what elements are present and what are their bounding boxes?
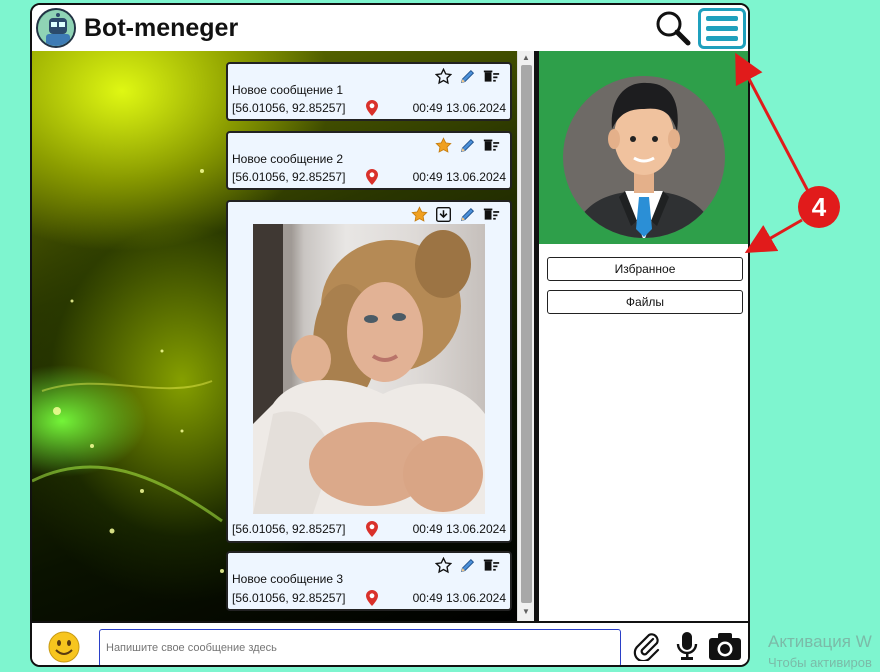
camera-icon <box>709 633 741 660</box>
star-icon[interactable] <box>435 68 452 85</box>
download-icon[interactable] <box>435 206 452 223</box>
profile-avatar-area <box>539 51 748 244</box>
hamburger-menu-line <box>706 26 738 31</box>
message-card[interactable]: Новое сообщение 3 [56.01056, 92.85257] 0… <box>226 551 512 611</box>
composer-bar <box>32 621 748 665</box>
files-button[interactable]: Файлы <box>547 290 743 314</box>
portrait-photo-image <box>253 224 485 514</box>
edit-pencil-icon[interactable] <box>459 206 476 223</box>
scroll-thumb[interactable] <box>521 65 532 603</box>
chat-scrollbar[interactable]: ▲ ▼ <box>517 51 534 621</box>
emoji-button[interactable] <box>48 631 80 663</box>
edit-pencil-icon[interactable] <box>459 137 476 154</box>
message-time: 00:49 13.06.2024 <box>412 591 506 605</box>
search-button[interactable] <box>654 9 692 47</box>
message-time: 00:49 13.06.2024 <box>412 170 506 184</box>
delete-icon[interactable] <box>483 557 500 574</box>
edit-pencil-icon[interactable] <box>459 557 476 574</box>
app-window: Bot-meneger Новое сообщение 1 [56.01056,… <box>30 3 750 667</box>
favorites-button[interactable]: Избранное <box>547 257 743 281</box>
chat-area: Новое сообщение 1 [56.01056, 92.85257] 0… <box>32 51 534 621</box>
hamburger-menu-line <box>706 36 738 41</box>
message-input[interactable] <box>99 629 621 665</box>
delete-icon[interactable] <box>483 137 500 154</box>
scroll-down-arrow-icon[interactable]: ▼ <box>522 607 530 617</box>
message-time: 00:49 13.06.2024 <box>412 101 506 115</box>
delete-icon[interactable] <box>483 206 500 223</box>
message-time: 00:49 13.06.2024 <box>412 522 506 536</box>
message-actions <box>435 557 500 574</box>
annotation-badge: 4 <box>798 186 840 228</box>
edit-pencil-icon[interactable] <box>459 68 476 85</box>
camera-button[interactable] <box>708 631 742 665</box>
windows-activation-watermark-subtext: Чтобы активиров <box>768 655 872 670</box>
location-pin-icon[interactable] <box>366 521 378 537</box>
location-pin-icon[interactable] <box>366 100 378 116</box>
message-coordinates: [56.01056, 92.85257] <box>232 591 346 605</box>
hamburger-menu-icon <box>706 16 738 21</box>
menu-button[interactable] <box>698 8 746 49</box>
star-filled-icon[interactable] <box>411 206 428 223</box>
message-text: Новое сообщение 2 <box>232 152 344 166</box>
app-title: Bot-meneger <box>84 14 239 42</box>
profile-pane: Избранное Файлы <box>539 51 748 621</box>
location-pin-icon[interactable] <box>366 590 378 606</box>
message-card[interactable]: Новое сообщение 2 [56.01056, 92.85257] 0… <box>226 131 512 190</box>
message-actions <box>411 206 500 223</box>
message-card[interactable]: Новое сообщение 1 [56.01056, 92.85257] 0… <box>226 62 512 121</box>
message-actions <box>435 137 500 154</box>
message-coordinates: [56.01056, 92.85257] <box>232 101 346 115</box>
attach-button[interactable] <box>631 631 661 665</box>
paperclip-icon <box>633 633 660 663</box>
star-filled-icon[interactable] <box>435 137 452 154</box>
message-actions <box>435 68 500 85</box>
bot-logo-icon <box>36 8 76 48</box>
message-text: Новое сообщение 1 <box>232 83 344 97</box>
star-icon[interactable] <box>435 557 452 574</box>
microphone-icon <box>676 632 698 660</box>
message-photo[interactable] <box>253 224 485 514</box>
header: Bot-meneger <box>32 5 748 51</box>
photo-message-card[interactable]: [56.01056, 92.85257] 00:49 13.06.2024 <box>226 200 512 543</box>
message-coordinates: [56.01056, 92.85257] <box>232 170 346 184</box>
windows-activation-watermark: Активация W <box>768 632 872 651</box>
search-icon <box>656 11 691 46</box>
location-pin-icon[interactable] <box>366 169 378 185</box>
voice-button[interactable] <box>676 631 698 665</box>
delete-icon[interactable] <box>483 68 500 85</box>
scroll-up-arrow-icon[interactable]: ▲ <box>522 53 530 63</box>
message-coordinates: [56.01056, 92.85257] <box>232 522 346 536</box>
avatar[interactable] <box>539 51 748 244</box>
smiley-emoji-icon <box>48 631 80 663</box>
message-text: Новое сообщение 3 <box>232 572 344 586</box>
